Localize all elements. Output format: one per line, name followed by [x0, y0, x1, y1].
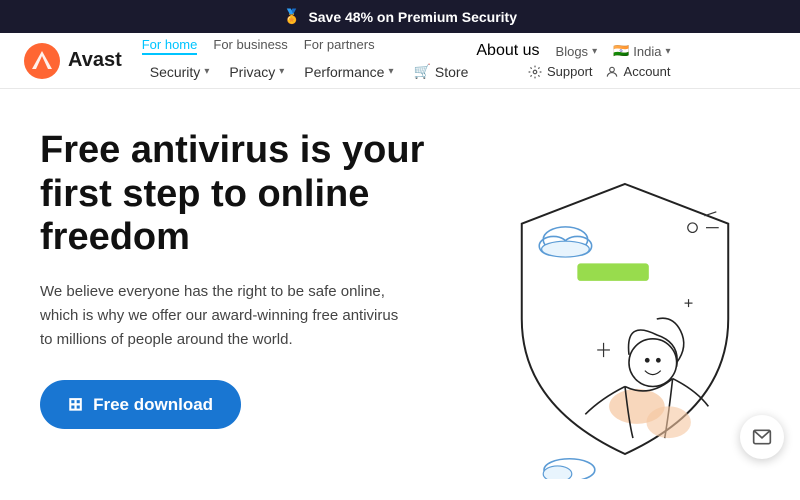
chevron-down-icon: ▾	[665, 46, 670, 57]
nav-store-link[interactable]: 🛒 Store	[405, 59, 476, 84]
nav-right-top: About us Blogs ▾ 🇮🇳 India ▾	[476, 42, 670, 60]
nav-for-partners[interactable]: For partners	[304, 37, 375, 55]
download-button-label: Free download	[93, 395, 213, 415]
nav-right-bottom: Support Account	[528, 64, 671, 79]
hero-illustration	[490, 129, 760, 479]
nav-support-button[interactable]: Support	[528, 64, 593, 79]
gear-icon	[528, 65, 542, 79]
nav-about-us[interactable]: About us	[476, 42, 539, 60]
hero-title: Free antivirus is your first step to onl…	[40, 129, 470, 260]
hero-section: Free antivirus is your first step to onl…	[0, 89, 800, 479]
logo-text: Avast	[68, 49, 122, 72]
nav-account-button[interactable]: Account	[605, 64, 671, 79]
nav-security-dropdown[interactable]: Security ▾	[142, 60, 218, 84]
logo-area[interactable]: Avast	[24, 43, 122, 79]
avast-logo-icon	[24, 43, 60, 79]
hero-description: We believe everyone has the right to be …	[40, 280, 400, 352]
user-icon	[605, 65, 619, 79]
hero-illustration-area	[490, 129, 760, 479]
nav-performance-dropdown[interactable]: Performance ▾	[296, 60, 401, 84]
chevron-down-icon: ▾	[204, 66, 209, 77]
chevron-down-icon: ▾	[592, 46, 597, 57]
banner-icon: 🏅	[283, 8, 300, 25]
nav-for-business[interactable]: For business	[213, 37, 287, 55]
windows-icon: ⊞	[68, 394, 83, 415]
nav-for-home[interactable]: For home	[142, 37, 198, 55]
promo-banner[interactable]: 🏅 Save 48% on Premium Security	[0, 0, 800, 33]
nav-links-group: For home For business For partners Secur…	[142, 37, 477, 84]
store-icon: 🛒	[413, 63, 430, 80]
navbar: Avast For home For business For partners…	[0, 33, 800, 89]
chevron-down-icon: ▾	[388, 66, 393, 77]
nav-region-selector[interactable]: 🇮🇳 India ▾	[613, 42, 670, 60]
flag-icon: 🇮🇳	[613, 43, 629, 59]
chevron-down-icon: ▾	[279, 66, 284, 77]
mail-icon	[752, 427, 772, 447]
banner-link[interactable]: Save 48% on Premium Security	[308, 9, 517, 25]
nav-top-links: For home For business For partners	[142, 37, 477, 55]
hero-content: Free antivirus is your first step to onl…	[40, 129, 490, 479]
free-download-button[interactable]: ⊞ Free download	[40, 380, 241, 429]
nav-blogs-dropdown[interactable]: Blogs ▾	[556, 42, 598, 60]
mail-fab-button[interactable]	[740, 415, 784, 459]
nav-bottom-links: Security ▾ Privacy ▾ Performance ▾ 🛒 Sto…	[142, 59, 477, 84]
nav-right-section: About us Blogs ▾ 🇮🇳 India ▾ Support	[476, 42, 670, 79]
nav-privacy-dropdown[interactable]: Privacy ▾	[221, 60, 292, 84]
